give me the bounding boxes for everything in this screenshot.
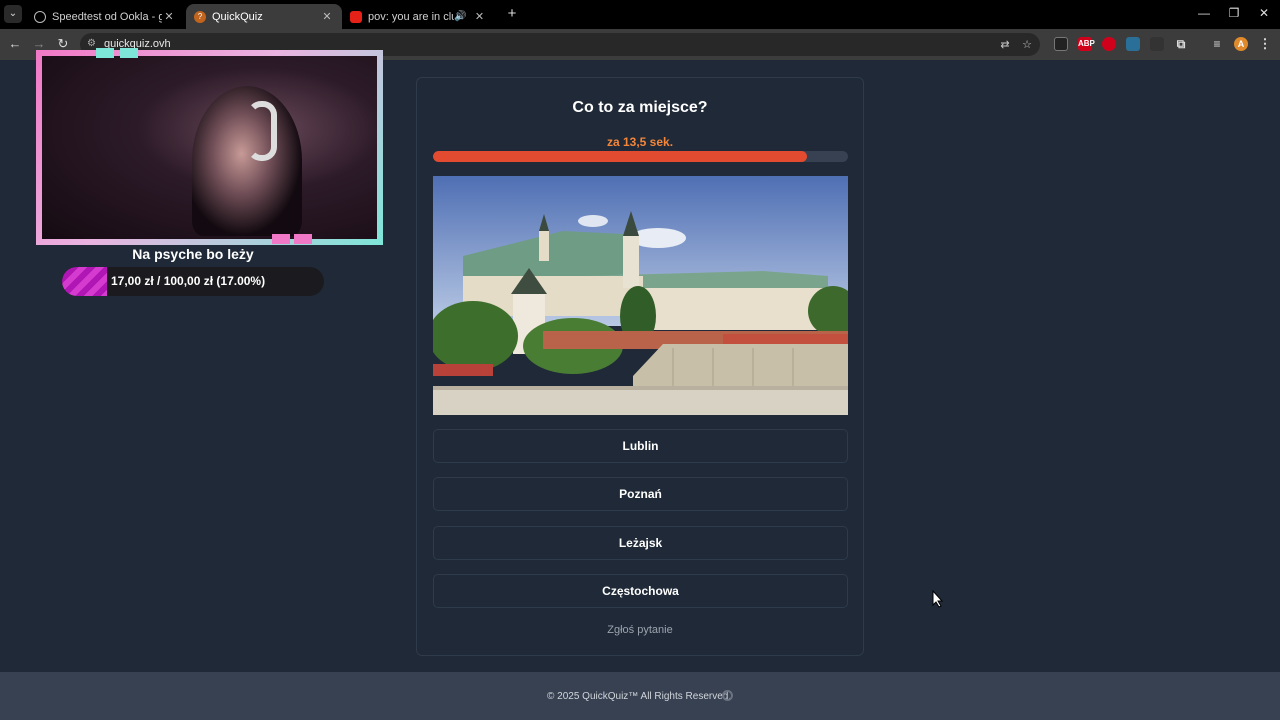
frame-decoration [272,234,290,244]
question-title: Co to za miejsce? [572,99,708,116]
back-arrow-icon[interactable]: ← [7,36,23,52]
browser-tab-bar: ⌄ Speedtest od Ookla - globalny te ✕ ? Q… [0,0,1280,29]
donation-goal-title: Na psyche bo leży [132,246,254,262]
profile-avatar[interactable]: A [1234,37,1248,51]
extension-icon[interactable] [1054,37,1068,51]
tab-quickquiz[interactable]: ? QuickQuiz ✕ [186,4,342,29]
tab-title: pov: you are in club at party [368,10,454,23]
tab-search-button[interactable]: ⌄ [4,5,22,23]
extension-red-icon[interactable] [1102,37,1116,51]
youtube-icon [350,10,362,23]
github-icon[interactable] [722,690,733,701]
frame-decoration [96,48,114,58]
window-close-icon[interactable]: ✕ [1256,6,1272,20]
close-icon[interactable]: ✕ [472,10,486,23]
webcam-video [42,56,377,239]
close-icon[interactable]: ✕ [162,10,176,23]
site-info-icon[interactable]: ⚙ [87,38,96,49]
timer-bar [433,151,848,162]
tab-youtube[interactable]: pov: you are in club at party 🔊 ✕ [342,4,500,29]
translate-icon[interactable]: ⇄ [998,38,1012,51]
frame-decoration [120,48,138,58]
puzzle-icon[interactable]: ⧉ [1174,37,1188,51]
extension-gray-icon[interactable] [1150,37,1164,51]
adblock-icon[interactable]: ABP [1078,37,1095,51]
restore-icon[interactable]: ❐ [1226,6,1242,20]
question-image [433,176,848,415]
timer-text: za 13,5 sek. [606,135,674,149]
close-icon[interactable]: ✕ [320,10,334,23]
footer-copyright: © 2025 QuickQuiz™ All Rights Reserved. [547,691,732,702]
answer-option-1[interactable]: Lublin [433,429,848,463]
tab-speedtest[interactable]: Speedtest od Ookla - globalny te ✕ [26,4,184,29]
media-control-icon[interactable]: ≡ [1210,37,1224,51]
donation-goal-text: 17,00 zł / 100,00 zł (17.00%) [111,274,266,288]
answer-option-3[interactable]: Leżajsk [433,526,848,560]
report-question-link[interactable]: Zgłoś pytanie [417,624,863,636]
frame-decoration [294,234,312,244]
answer-option-4[interactable]: Częstochowa [433,574,848,608]
page-footer: © 2025 QuickQuiz™ All Rights Reserved. [0,672,1280,720]
streamer-figure [192,86,302,236]
quickquiz-icon: ? [194,10,206,23]
donation-goal-fill [62,267,107,296]
kebab-menu-icon[interactable]: ⋮ [1258,37,1272,51]
new-tab-button[interactable]: + [505,6,519,22]
mouse-cursor-icon [932,590,944,608]
headset-icon [247,101,277,161]
star-icon[interactable]: ☆ [1020,38,1034,51]
tab-title: Speedtest od Ookla - globalny te [52,10,162,23]
extension-translate-icon[interactable] [1126,37,1140,51]
answer-option-2[interactable]: Poznań [433,477,848,511]
webcam-frame [36,48,383,245]
speaker-icon[interactable]: 🔊 [454,11,466,22]
donation-goal-bar: 17,00 zł / 100,00 zł (17.00%) [62,267,324,296]
minimize-icon[interactable]: — [1196,6,1212,20]
timer-bar-fill [433,151,807,162]
tab-title: QuickQuiz [212,10,263,23]
quiz-card: Co to za miejsce? za 13,5 sek. Lublin Po… [416,77,864,656]
speedtest-icon [34,10,46,23]
